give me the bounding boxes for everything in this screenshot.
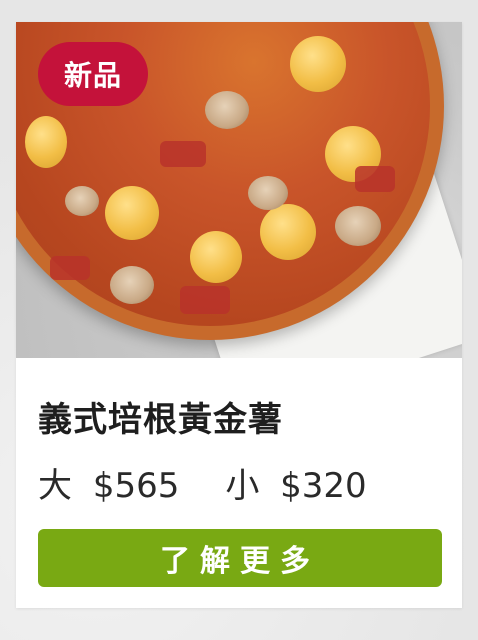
mushroom-topping [248,176,288,210]
potato-topping [260,204,316,260]
price-row: 大 $565 小 $320 [38,458,367,507]
price-small: 小 $320 [225,458,366,507]
new-badge: 新品 [38,42,148,106]
product-card[interactable]: 新品 義式培根黃金薯 大 $565 小 $320 了解更多 [16,22,462,608]
bacon-topping [180,286,230,314]
mushroom-topping [110,266,154,304]
potato-topping [190,231,242,283]
product-title: 義式培根黃金薯 [38,400,283,440]
price-amount: $565 [92,466,180,506]
bacon-topping [50,256,90,280]
mushroom-topping [65,186,99,216]
learn-more-button[interactable]: 了解更多 [38,529,442,587]
page: 新品 義式培根黃金薯 大 $565 小 $320 了解更多 [0,0,478,640]
potato-topping [25,116,67,168]
bacon-topping [355,166,395,192]
potato-topping [105,186,159,240]
product-image[interactable]: 新品 [16,22,462,358]
product-info: 義式培根黃金薯 大 $565 小 $320 了解更多 [16,358,462,608]
size-label: 小 [225,466,260,506]
bacon-topping [160,141,206,167]
price-amount: $320 [280,466,367,506]
potato-topping [290,36,346,92]
size-label: 大 [38,466,72,506]
mushroom-topping [205,91,249,129]
price-large: 大 $565 [38,458,179,507]
mushroom-topping [335,206,381,246]
